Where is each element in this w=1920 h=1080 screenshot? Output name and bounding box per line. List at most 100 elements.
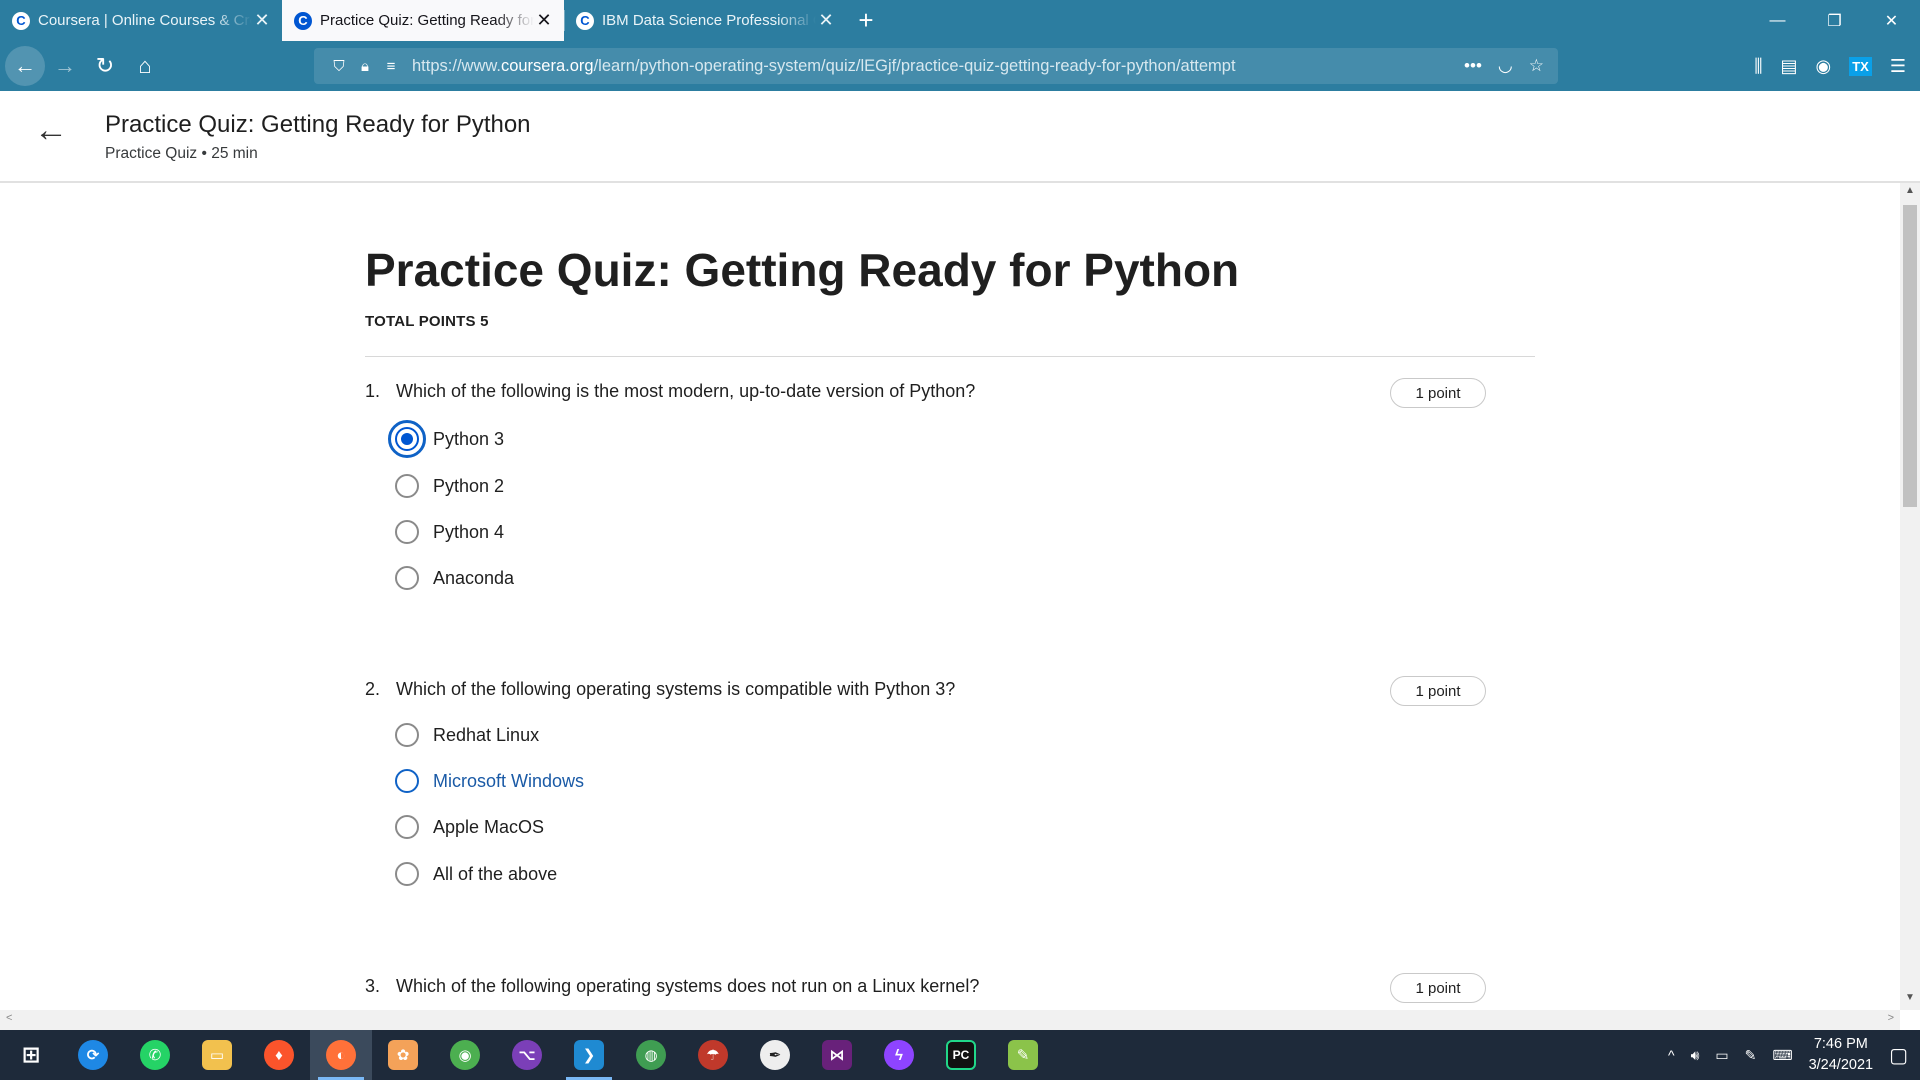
back-arrow-icon[interactable]: ←	[5, 46, 45, 86]
scroll-down-icon[interactable]: ▼	[1900, 992, 1920, 1010]
radio-button[interactable]	[395, 474, 419, 498]
option-label: Microsoft Windows	[433, 770, 585, 791]
url-text[interactable]: https://www.coursera.org/learn/python-op…	[412, 57, 1236, 76]
menu-hamburger-icon[interactable]: ☰	[1890, 56, 1906, 77]
network-icon[interactable]: ▭	[1715, 1047, 1728, 1064]
account-icon[interactable]: ◉	[1816, 56, 1832, 77]
question-number: 1.	[365, 381, 381, 401]
vertical-scrollbar[interactable]: ▲ ▼	[1900, 183, 1920, 1010]
browser-tab-ibm-data-science[interactable]: C IBM Data Science Professional Certific…	[564, 0, 846, 41]
quiz-title: Practice Quiz: Getting Ready for Python	[365, 244, 1240, 296]
radio-button[interactable]	[388, 420, 426, 458]
question-text: Which of the following operating systems…	[396, 679, 956, 699]
tab-close-icon[interactable]: ✕	[816, 10, 836, 31]
brave-icon[interactable]: ♦	[248, 1030, 310, 1080]
reload-icon[interactable]: ↻	[85, 46, 125, 86]
github-desktop-icon[interactable]: ⌥	[496, 1030, 558, 1080]
page-actions-icon[interactable]: •••	[1464, 56, 1482, 76]
question-number: 3.	[365, 976, 381, 996]
option-python-2[interactable]: Python 2	[395, 474, 504, 498]
permissions-icon[interactable]: ≡	[378, 58, 404, 75]
clock-time: 7:46 PM	[1813, 1036, 1868, 1052]
new-tab-button[interactable]: +	[846, 0, 886, 41]
notifications-icon[interactable]: ▢	[1889, 1043, 1908, 1068]
lock-icon[interactable]: 🔒︎	[352, 58, 378, 75]
option-anaconda[interactable]: Anaconda	[395, 566, 514, 590]
address-bar[interactable]: ⛉ 🔒︎ ≡ https://www.coursera.org/learn/py…	[314, 48, 1558, 84]
volume-icon[interactable]: 🔊︎	[1691, 1047, 1700, 1064]
file-explorer-icon[interactable]: ▭	[186, 1030, 248, 1080]
question-text: Which of the following operating systems…	[396, 976, 980, 996]
library-icon[interactable]: ⫼	[1754, 56, 1762, 77]
horizontal-scrollbar[interactable]: < >	[0, 1010, 1900, 1030]
restore-icon[interactable]: ❐	[1806, 0, 1863, 41]
option-label: Python 3	[433, 428, 505, 449]
chrome-icon[interactable]: ◉	[434, 1030, 496, 1080]
browser-tab-strip: C Coursera | Online Courses & Credential…	[0, 0, 1920, 41]
forward-arrow-icon[interactable]: →	[45, 46, 85, 86]
photos-icon[interactable]: ✿	[372, 1030, 434, 1080]
browser-tab-coursera-home[interactable]: C Coursera | Online Courses & Credential…	[0, 0, 282, 41]
radio-button[interactable]	[395, 566, 419, 590]
keyboard-icon[interactable]: ⌨	[1772, 1047, 1792, 1064]
points-badge: 1 point	[1390, 973, 1486, 1003]
start-icon[interactable]: ⊞	[0, 1030, 62, 1080]
mushroom-app-icon[interactable]: ☂	[682, 1030, 744, 1080]
system-tray: ^ 🔊︎ ▭ ✎ ⌨ 7:46 PM 3/24/2021 ▢	[1668, 1034, 1920, 1076]
back-to-course-icon[interactable]: ←	[34, 113, 68, 147]
firefox-icon[interactable]: ◐	[310, 1030, 372, 1080]
messenger-icon[interactable]: ϟ	[868, 1030, 930, 1080]
clock[interactable]: 7:46 PM 3/24/2021	[1809, 1034, 1874, 1076]
quiz-content: Practice Quiz: Getting Ready for Python …	[0, 183, 1900, 1010]
option-label: Python 4	[433, 521, 505, 542]
feedback-hub-icon[interactable]: ⟳	[62, 1030, 124, 1080]
option-python-3[interactable]: Python 3	[388, 420, 505, 458]
whatsapp-icon[interactable]: ✆	[124, 1030, 186, 1080]
total-points: TOTAL POINTS 5	[365, 313, 489, 330]
option-all-of-the-above[interactable]: All of the above	[395, 862, 557, 886]
option-microsoft-windows[interactable]: Microsoft Windows	[395, 769, 584, 793]
radio-button[interactable]	[395, 862, 419, 886]
extension-tx-icon[interactable]: TX	[1849, 56, 1872, 76]
tab-close-icon[interactable]: ✕	[252, 10, 272, 31]
visual-studio-icon[interactable]: ⋈	[806, 1030, 868, 1080]
browser-toolbar: ← → ↻ ⌂ ⛉ 🔒︎ ≡ https://www.coursera.org/…	[0, 41, 1920, 91]
points-badge: 1 point	[1390, 676, 1486, 706]
tab-title: Coursera | Online Courses & Credentials	[38, 12, 252, 29]
close-window-icon[interactable]: ✕	[1863, 0, 1920, 41]
scroll-left-icon[interactable]: <	[6, 1012, 12, 1024]
radio-button[interactable]	[395, 520, 419, 544]
clock-date: 3/24/2021	[1808, 1057, 1874, 1073]
coursera-favicon-icon: C	[576, 11, 594, 30]
inkscape-icon[interactable]: ✒	[744, 1030, 806, 1080]
radio-button[interactable]	[395, 723, 419, 747]
pen-icon[interactable]: ✎	[1745, 1047, 1757, 1064]
radio-button[interactable]	[395, 769, 419, 793]
option-label: All of the above	[433, 863, 558, 884]
radio-button[interactable]	[395, 815, 419, 839]
option-apple-macos[interactable]: Apple MacOS	[395, 815, 544, 839]
points-badge: 1 point	[1390, 378, 1486, 408]
browser-tab-practice-quiz[interactable]: C Practice Quiz: Getting Ready for Pytho…	[282, 0, 564, 41]
minimize-icon[interactable]: —	[1749, 0, 1806, 41]
vscode-icon[interactable]: ❯	[558, 1030, 620, 1080]
home-icon[interactable]: ⌂	[125, 46, 165, 86]
sidebar-icon[interactable]: ▤	[1781, 56, 1798, 77]
show-hidden-icons-icon[interactable]: ^	[1668, 1047, 1675, 1063]
pycharm-icon[interactable]: PC	[930, 1030, 992, 1080]
scroll-up-icon[interactable]: ▲	[1900, 185, 1920, 203]
tab-close-icon[interactable]: ✕	[534, 10, 554, 31]
tracking-shield-icon[interactable]: ⛉	[326, 58, 352, 75]
coursera-favicon-icon: C	[294, 11, 312, 30]
quiz-page-header: ← Practice Quiz: Getting Ready for Pytho…	[0, 91, 1920, 183]
maps-icon[interactable]: ◍	[620, 1030, 682, 1080]
scrollbar-thumb[interactable]	[1903, 205, 1917, 507]
pocket-icon[interactable]: ◡	[1498, 56, 1513, 76]
notepad-icon[interactable]: ✎	[992, 1030, 1054, 1080]
scroll-right-icon[interactable]: >	[1888, 1012, 1894, 1024]
bookmark-star-icon[interactable]: ☆	[1529, 56, 1544, 76]
option-python-4[interactable]: Python 4	[395, 520, 504, 544]
option-redhat-linux[interactable]: Redhat Linux	[395, 723, 539, 747]
divider	[365, 356, 1535, 357]
windows-taskbar: ⊞ ⟳ ✆ ▭ ♦ ◐ ✿ ◉ ⌥ ❯ ◍ ☂ ✒ ⋈ ϟ PC ✎ ^ 🔊︎ …	[0, 1030, 1920, 1080]
